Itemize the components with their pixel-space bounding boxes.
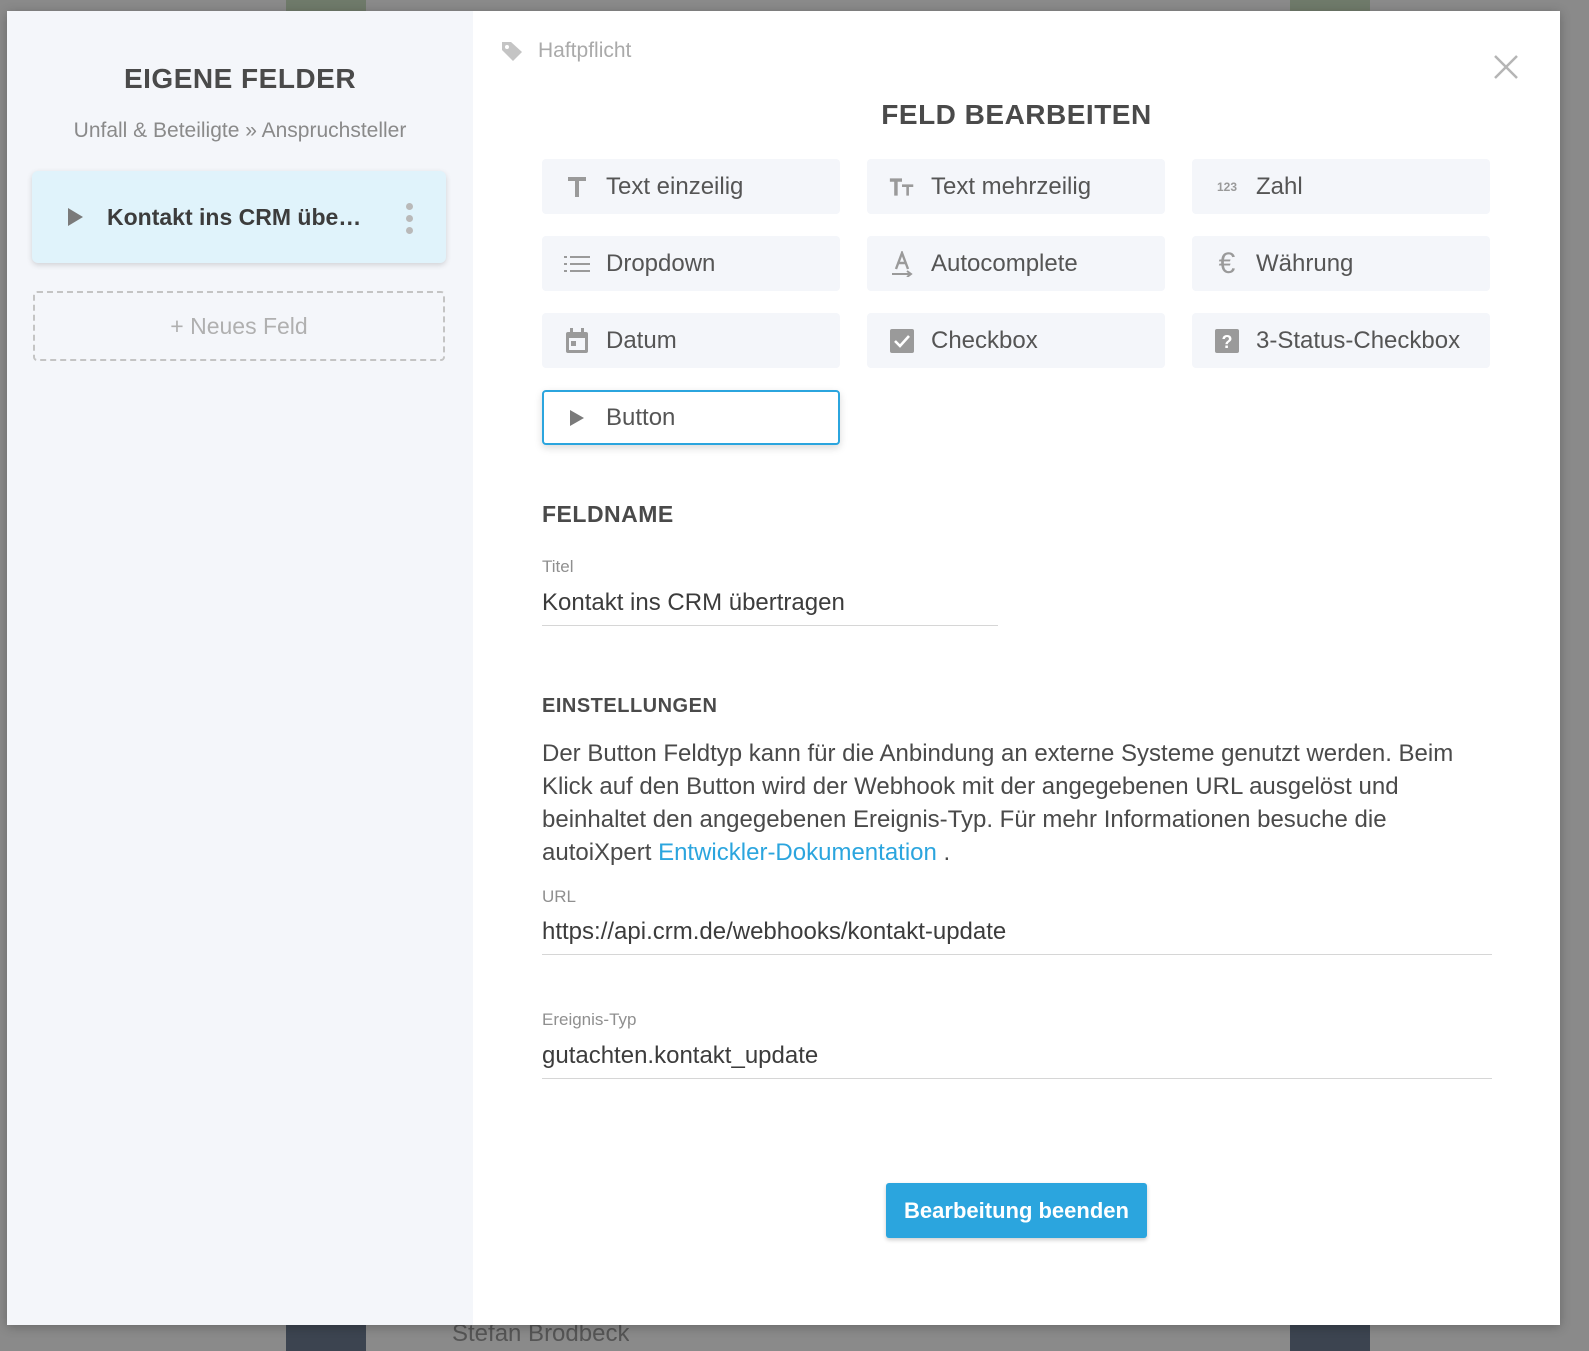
field-editor: Haftpflicht FELD BEARBEITEN Text einzeil… [473, 11, 1560, 1325]
edit-field-modal: EIGENE FELDER Unfall & Beteiligte » Ansp… [7, 11, 1560, 1325]
settings-description: Der Button Feldtyp kann für die Anbindun… [542, 737, 1502, 869]
title-input[interactable] [542, 589, 998, 626]
finish-editing-button[interactable]: Bearbeitung beenden [886, 1183, 1147, 1238]
sidebar-title: EIGENE FELDER [123, 63, 357, 94]
question-box-icon: ? [1214, 328, 1240, 354]
field-list-item-label: Kontakt ins CRM übertragen [107, 203, 367, 230]
custom-fields-sidebar: EIGENE FELDER Unfall & Beteiligte » Ansp… [7, 11, 473, 1325]
type-checkbox-button[interactable]: Checkbox [867, 313, 1165, 368]
type-currency-button[interactable]: € Währung [1192, 236, 1490, 291]
type-number-button[interactable]: 123 Zahl [1192, 159, 1490, 214]
new-field-button[interactable]: + Neues Feld [33, 291, 445, 361]
list-icon [564, 251, 590, 277]
checkbox-icon [889, 328, 915, 354]
url-input[interactable] [542, 918, 1492, 955]
type-button-button[interactable]: Button [542, 390, 840, 445]
kebab-menu-icon[interactable] [406, 203, 414, 234]
type-label: Autocomplete [931, 249, 1078, 277]
tag-label: Haftpflicht [538, 39, 632, 62]
type-label: Text einzeilig [606, 172, 744, 200]
type-label: 3-Status-Checkbox [1256, 326, 1461, 354]
type-label: Zahl [1256, 172, 1303, 200]
type-label: Dropdown [606, 249, 716, 277]
text-tt-icon [889, 174, 915, 200]
type-label: Währung [1256, 249, 1354, 277]
type-autocomplete-button[interactable]: Autocomplete [867, 236, 1165, 291]
type-text-multi-button[interactable]: Text mehrzeilig [867, 159, 1165, 214]
tag-icon [502, 42, 522, 61]
autocomplete-a-icon [889, 250, 915, 277]
backdrop-strip [286, 1325, 366, 1351]
event-type-input[interactable] [542, 1042, 1492, 1079]
fieldname-heading: FELDNAME [542, 501, 674, 527]
url-label: URL [542, 887, 577, 906]
play-icon [564, 405, 590, 431]
developer-docs-link[interactable]: Entwickler-Dokumentation [658, 839, 937, 866]
play-icon [68, 208, 83, 226]
number-123-icon: 123 [1216, 179, 1238, 194]
description-end: . [943, 839, 951, 866]
type-label: Checkbox [931, 326, 1038, 354]
backdrop-strip [1290, 0, 1370, 11]
editor-title: FELD BEARBEITEN [881, 99, 1152, 130]
svg-text:?: ? [1222, 332, 1233, 352]
type-tristate-checkbox-button[interactable]: ? 3-Status-Checkbox [1192, 313, 1490, 368]
close-icon[interactable] [1492, 53, 1520, 81]
type-date-button[interactable]: Datum [542, 313, 840, 368]
breadcrumb: Unfall & Beteiligte » Anspruchsteller [73, 119, 407, 142]
type-dropdown-button[interactable]: Dropdown [542, 236, 840, 291]
backdrop-strip [1290, 1325, 1370, 1351]
title-label: Titel [542, 557, 574, 576]
settings-heading: EINSTELLUNGEN [542, 695, 718, 717]
backdrop-strip [286, 0, 366, 11]
calendar-icon [564, 327, 590, 354]
backdrop-name: Stefan Brodbeck [452, 1322, 630, 1347]
euro-icon: € [1218, 246, 1236, 280]
event-type-label: Ereignis-Typ [542, 1010, 637, 1029]
type-label: Button [606, 403, 676, 431]
field-list-item-active[interactable]: Kontakt ins CRM übertragen [32, 171, 446, 263]
type-text-single-button[interactable]: Text einzeilig [542, 159, 840, 214]
tag-row: Haftpflicht [500, 39, 631, 63]
type-label: Text mehrzeilig [931, 172, 1092, 200]
type-label: Datum [606, 326, 677, 354]
text-t-icon [564, 174, 590, 200]
